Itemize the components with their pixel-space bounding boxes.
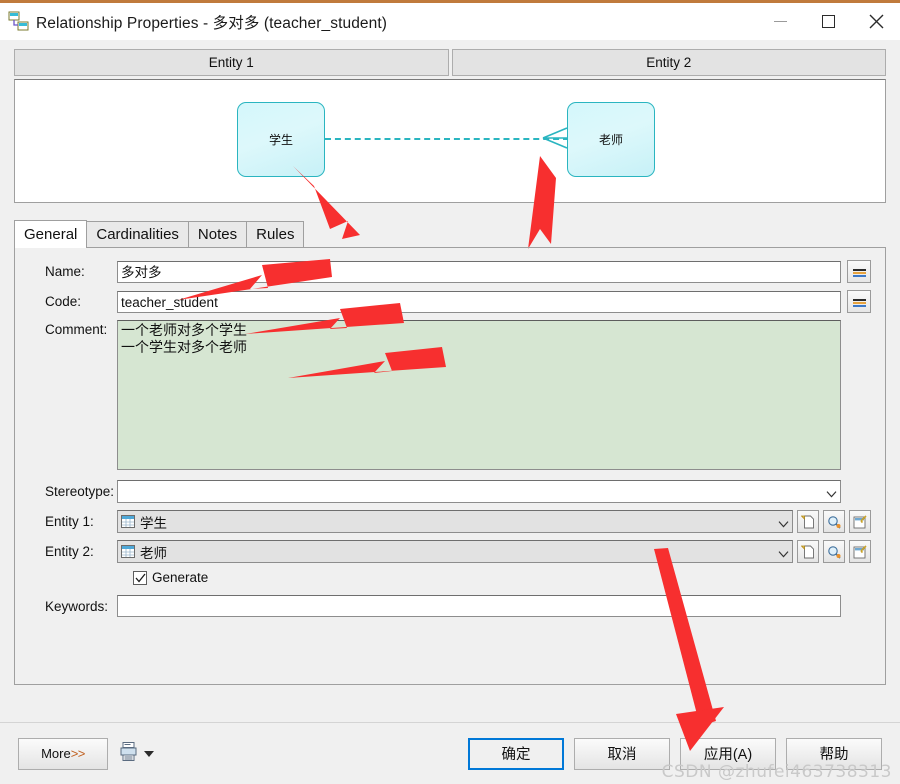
entity2-label: Entity 2: (45, 544, 94, 559)
entity1-value: 学生 (140, 515, 167, 531)
entity1-browse-button[interactable] (823, 510, 845, 533)
equals-icon (852, 266, 866, 277)
entity1-header-tab[interactable]: Entity 1 (14, 49, 449, 76)
entity2-browse-button[interactable] (823, 540, 845, 563)
more-label: More (41, 746, 71, 761)
entity1-properties-button[interactable] (849, 510, 871, 533)
name-row: Name: 多对多 (15, 260, 885, 283)
general-tab-panel: Name: 多对多 Code: teacher_student Comment:… (14, 248, 886, 685)
code-row: Code: teacher_student (15, 290, 885, 313)
comment-label: Comment: (45, 322, 108, 337)
create-icon (801, 545, 814, 558)
entity2-create-button[interactable] (797, 540, 819, 563)
keywords-label: Keywords: (45, 598, 109, 614)
name-input[interactable]: 多对多 (117, 260, 841, 283)
entity-header-tabs: Entity 1 Entity 2 (14, 49, 886, 76)
chevron-down-icon (826, 486, 837, 497)
equals-icon (852, 296, 866, 307)
name-label: Name: (45, 264, 85, 279)
entity1-combobox[interactable]: 学生 (117, 510, 793, 533)
property-tabs: General Cardinalities Notes Rules (14, 220, 886, 248)
properties-icon (853, 514, 867, 528)
entity2-properties-button[interactable] (849, 540, 871, 563)
more-button[interactable]: More >> (18, 737, 108, 770)
window-title: Relationship Properties - 多对多 (teacher_s… (36, 14, 388, 32)
tab-general[interactable]: General (14, 220, 88, 248)
keywords-row: Keywords: (15, 595, 885, 617)
chevron-down-icon (778, 516, 789, 527)
diagram-entity-1[interactable]: 学生 (237, 102, 325, 177)
stereotype-combobox[interactable] (117, 480, 841, 503)
browse-icon (828, 545, 841, 559)
generate-row: Generate (15, 570, 885, 585)
stereotype-label: Stereotype: (45, 484, 115, 499)
entity1-row: Entity 1: 学生 (15, 510, 885, 533)
code-label: Code: (45, 294, 82, 309)
maximize-button[interactable] (804, 3, 852, 40)
relationship-properties-dialog: Relationship Properties - 多对多 (teacher_s… (0, 0, 900, 784)
entity2-row: Entity 2: 老师 (15, 540, 885, 563)
relationship-icon (8, 11, 30, 33)
browse-icon (828, 515, 841, 529)
create-icon (801, 515, 814, 528)
cancel-button[interactable]: 取消 (574, 737, 670, 770)
diagram-canvas[interactable]: 学生 老师 (14, 79, 886, 203)
relationship-preview: Entity 1 Entity 2 学生 老师 (0, 49, 900, 203)
entity1-label: Entity 1: (45, 514, 94, 529)
title-bar: Relationship Properties - 多对多 (teacher_s… (0, 3, 900, 40)
comment-textarea[interactable]: 一个老师对多个学生 一个学生对多个老师 (117, 320, 841, 470)
ok-button[interactable]: 确定 (468, 737, 564, 770)
window-controls (756, 3, 900, 40)
crows-foot-icon (541, 125, 569, 156)
entity1-create-button[interactable] (797, 510, 819, 533)
code-input[interactable]: teacher_student (117, 290, 841, 313)
comment-row: Comment: 一个老师对多个学生 一个学生对多个老师 (15, 320, 885, 470)
entity2-value: 老师 (140, 545, 167, 561)
print-icon[interactable] (120, 741, 137, 766)
entity2-header-tab[interactable]: Entity 2 (451, 49, 886, 76)
minimize-button[interactable] (756, 3, 804, 40)
keywords-input[interactable] (117, 595, 841, 617)
watermark: CSDN @zhufei463738313 (661, 762, 892, 782)
generate-checkbox[interactable] (133, 570, 147, 585)
tab-cardinalities[interactable]: Cardinalities (86, 221, 189, 247)
table-icon (121, 515, 135, 528)
tab-rules[interactable]: Rules (246, 221, 305, 247)
table-icon (121, 545, 135, 558)
close-button[interactable] (852, 3, 900, 40)
print-menu[interactable] (120, 741, 154, 766)
name-equals-button[interactable] (847, 260, 871, 283)
relationship-line (325, 138, 569, 140)
tab-notes[interactable]: Notes (187, 221, 248, 247)
properties-icon (853, 544, 867, 558)
stereotype-row: Stereotype: (15, 480, 885, 503)
check-icon (135, 573, 146, 583)
code-equals-button[interactable] (847, 290, 871, 313)
diagram-entity-2[interactable]: 老师 (567, 102, 655, 177)
caret-down-icon[interactable] (144, 750, 154, 757)
chevron-down-icon (778, 546, 789, 557)
entity2-combobox[interactable]: 老师 (117, 540, 793, 563)
more-chevrons: >> (70, 746, 86, 761)
generate-label: Generate (152, 570, 209, 585)
